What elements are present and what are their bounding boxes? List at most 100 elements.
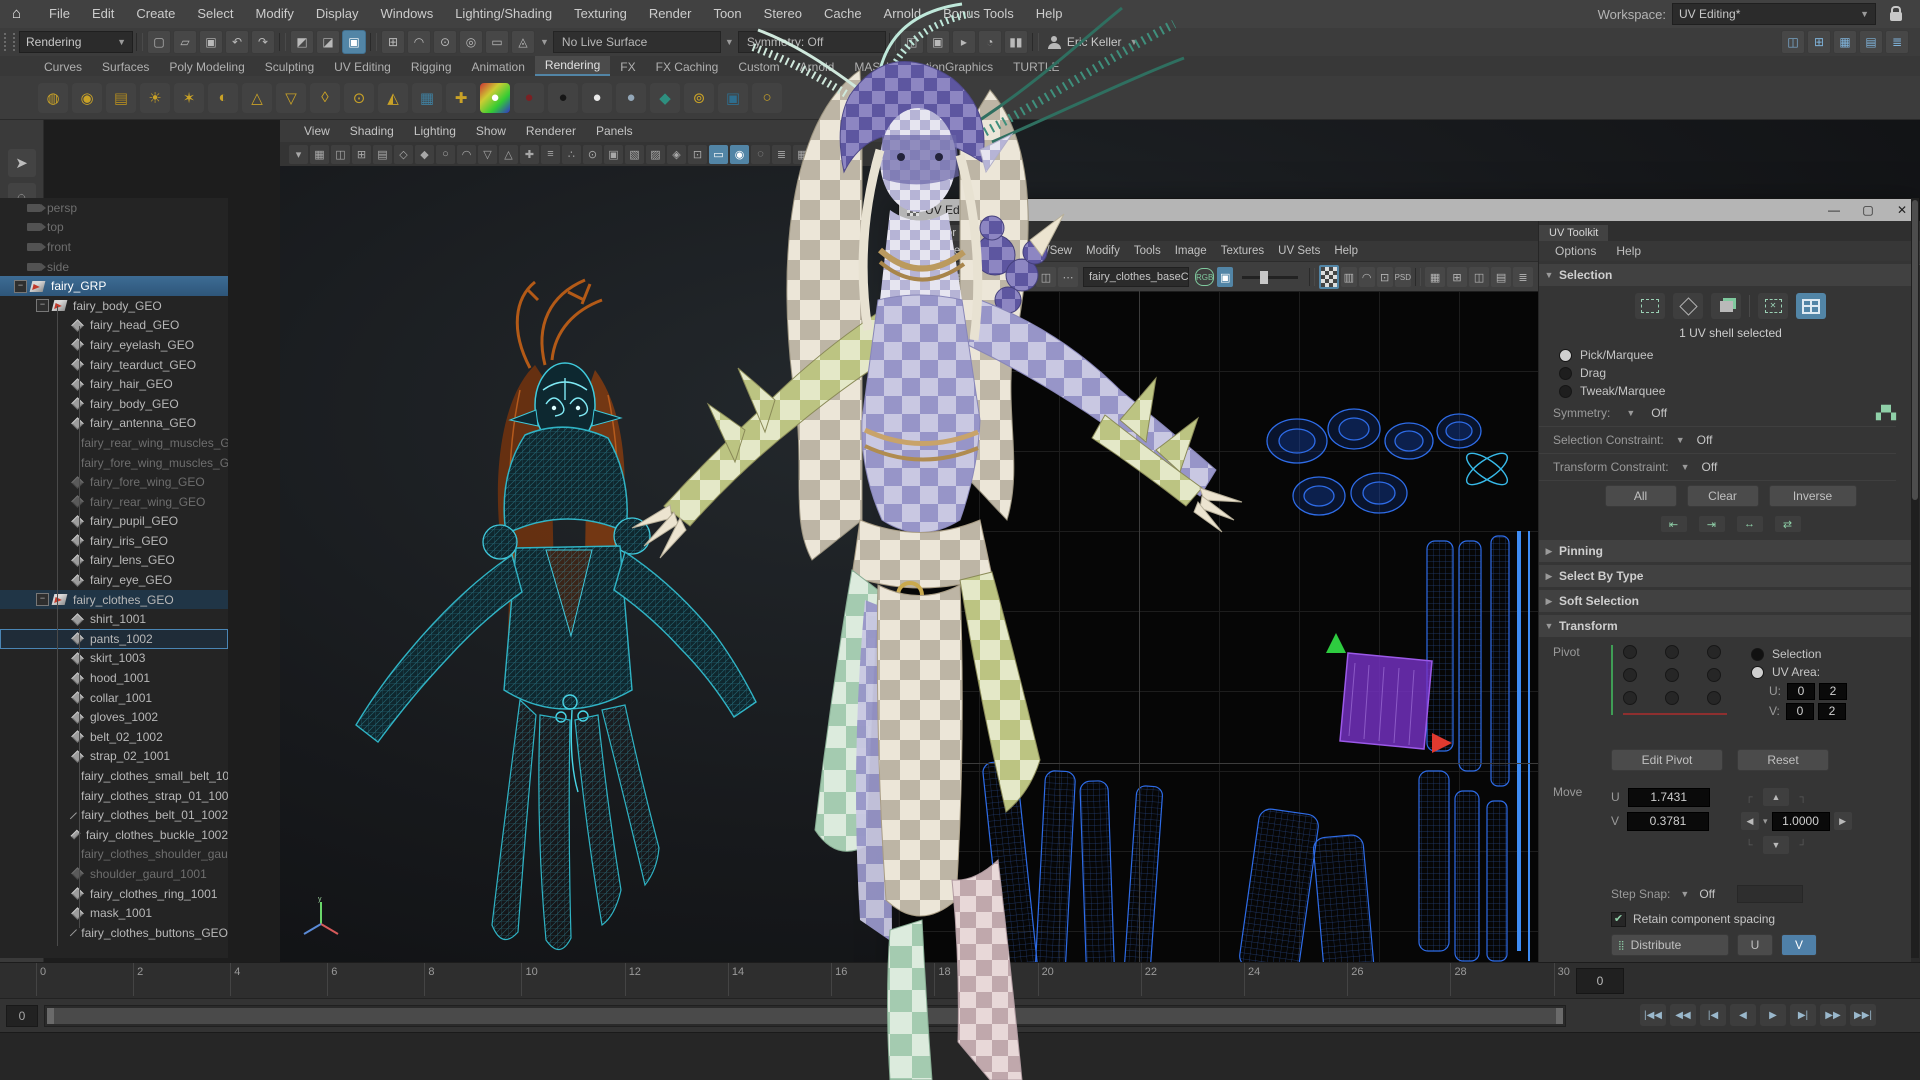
playback-range-bar[interactable] (44, 1005, 1566, 1027)
uv-area-u-min[interactable]: 0 (1787, 683, 1815, 700)
section-pinning[interactable]: ▶Pinning (1539, 540, 1920, 562)
render-settings-icon[interactable]: ◔ (978, 30, 1002, 54)
frame-tick-26[interactable]: 26 (1347, 963, 1363, 996)
outliner-item-fairy_tearduct_GEO[interactable]: fairy_tearduct_GEO (0, 355, 228, 375)
command-line[interactable] (0, 1032, 1920, 1080)
chevron-down-icon[interactable]: ▼ (540, 37, 549, 47)
uv-editor-menu-image[interactable]: Image (1168, 245, 1214, 257)
panel-layout-3-icon[interactable]: ▦ (1833, 30, 1857, 54)
uv-select-icon[interactable]: ✕ (1758, 293, 1788, 319)
section-soft-selection[interactable]: ▶Soft Selection (1539, 590, 1920, 612)
outliner-item-persp[interactable]: persp (0, 198, 228, 218)
outliner-item-fairy_clothes_buttons_GEO[interactable]: fairy_clothes_buttons_GEO (0, 923, 228, 943)
uv-shell-select-icon[interactable] (1796, 293, 1826, 319)
viewport-menu-panels[interactable]: Panels (586, 124, 643, 138)
viewport-toolbar-icon-8[interactable]: ◠ (457, 145, 476, 164)
menubar-item-toon[interactable]: Toon (702, 0, 752, 28)
align-icon-2[interactable]: ↔ (1737, 516, 1763, 532)
workspace-selector[interactable]: UV Editing* ▼ (1672, 3, 1876, 25)
inverse-button[interactable]: Inverse (1769, 485, 1857, 507)
outliner-item-fairy_eye_GEO[interactable]: fairy_eye_GEO (0, 570, 228, 590)
playback-button-5[interactable]: ▶| (1790, 1004, 1816, 1026)
uv-editor-titlebar[interactable]: UV Editor — ▢ ✕ (899, 199, 1919, 221)
home-icon[interactable]: ⌂ (12, 7, 28, 21)
viewport-toolbar-icon-2[interactable]: ◫ (331, 145, 350, 164)
uv-area-v-max[interactable]: 2 (1818, 703, 1846, 720)
uv-area-u-max[interactable]: 2 (1819, 683, 1847, 700)
viewport-toolbar-icon-1[interactable]: ▦ (310, 145, 329, 164)
viewport-toolbar-icon-18[interactable]: ◈ (667, 145, 686, 164)
mode-tweak-marquee[interactable]: Tweak/Marquee (1539, 382, 1920, 400)
uv-toolbar-icon-5[interactable]: ▥ (1014, 267, 1034, 287)
live-surface-field[interactable]: No Live Surface (553, 31, 721, 53)
mode-pick-marquee[interactable]: Pick/Marquee (1539, 346, 1920, 364)
section-select-by-type[interactable]: ▶Select By Type (1539, 565, 1920, 587)
panel-layout-2-icon[interactable]: ⊞ (1807, 30, 1831, 54)
uv-editor-tab[interactable]: UV Editor (899, 225, 966, 241)
pivot-uv-area-radio[interactable] (1751, 666, 1764, 679)
select-hierarchy-icon[interactable]: ◩ (290, 30, 314, 54)
viewport-toolbar-icon-5[interactable]: ◇ (394, 145, 413, 164)
distribute-button[interactable]: ⣿ Distribute (1611, 934, 1729, 956)
shelf-tab-curves[interactable]: Curves (34, 58, 92, 76)
select-object-icon[interactable]: ◪ (316, 30, 340, 54)
viewport-toolbar-icon-20[interactable]: ▭ (709, 145, 728, 164)
outliner-scrollbar[interactable] (1911, 198, 1919, 958)
move-down-button[interactable]: ▼ (1763, 836, 1789, 854)
tab-uv-toolkit[interactable]: UV Toolkit (1539, 225, 1608, 241)
shelf-icon-10[interactable]: ◭ (378, 83, 408, 113)
menubar-item-cache[interactable]: Cache (813, 0, 873, 28)
viewport-toolbar-icon-3[interactable]: ⊞ (352, 145, 371, 164)
shelf-icon-17[interactable]: ● (616, 83, 646, 113)
shelf-icon-16[interactable]: ● (582, 83, 612, 113)
align-icon-1[interactable]: ⇥ (1699, 516, 1725, 532)
outliner-item-pants_1002[interactable]: pants_1002 (0, 629, 228, 649)
expand-collapse-icon[interactable]: − (36, 593, 49, 606)
drag-grip[interactable] (4, 33, 15, 51)
shelf-tab-surfaces[interactable]: Surfaces (92, 58, 159, 76)
playback-button-3[interactable]: ◀ (1730, 1004, 1756, 1026)
viewport-menu-show[interactable]: Show (466, 124, 516, 138)
outliner-item-fairy_lens_GEO[interactable]: fairy_lens_GEO (0, 551, 228, 571)
move-up-button[interactable]: ▲ (1763, 788, 1789, 806)
move-u-field[interactable]: 1.7431 (1628, 788, 1710, 807)
render-view-icon[interactable]: ◫ (900, 30, 924, 54)
shelf-icon-1[interactable]: ◉ (72, 83, 102, 113)
frame-tick-8[interactable]: 8 (424, 963, 434, 996)
shelf-icon-0[interactable]: ◍ (38, 83, 68, 113)
outliner-item-fairy_clothes_shoulder_gaurd[interactable]: fairy_clothes_shoulder_gaurd (0, 845, 228, 865)
shelf-icon-18[interactable]: ◆ (650, 83, 680, 113)
section-transform[interactable]: ▼ Transform (1539, 615, 1920, 637)
move-left-button[interactable]: ◀ (1741, 812, 1759, 830)
uv-toolbar-icon-0[interactable]: ▸ (904, 267, 924, 287)
shelf-icon-21[interactable]: ○ (752, 83, 782, 113)
shade-uvs-icon[interactable]: ◠ (1359, 267, 1375, 287)
range-slider[interactable]: 0 |◀◀◀◀|◀◀▶▶|▶▶▶▶| (0, 998, 1920, 1033)
shelf-icon-14[interactable]: ● (514, 83, 544, 113)
section-selection[interactable]: ▼ Selection (1539, 264, 1920, 286)
menubar-item-windows[interactable]: Windows (369, 0, 444, 28)
snap-grid-icon[interactable]: ⊞ (381, 30, 405, 54)
outliner-item-fairy_GRP[interactable]: −fairy_GRP (0, 276, 228, 296)
uv-editor-menu-uv-sets[interactable]: UV Sets (1271, 245, 1327, 257)
menubar-item-bonus-tools[interactable]: Bonus Tools (932, 0, 1025, 28)
shelf-icon-4[interactable]: ✶ (174, 83, 204, 113)
shelf-tab-fx-caching[interactable]: FX Caching (646, 58, 729, 76)
uv-editor-menu-cut-sew[interactable]: Cut/Sew (1022, 245, 1079, 257)
outliner-item-fairy_pupil_GEO[interactable]: fairy_pupil_GEO (0, 512, 228, 532)
shelf-tab-poly-modeling[interactable]: Poly Modeling (159, 58, 254, 76)
edit-pivot-button[interactable]: Edit Pivot (1611, 749, 1723, 771)
playback-button-2[interactable]: |◀ (1700, 1004, 1726, 1026)
outliner-item-fairy_clothes_belt_01_1002[interactable]: fairy_clothes_belt_01_1002 (0, 805, 228, 825)
expand-collapse-icon[interactable]: − (36, 299, 49, 312)
account-chip[interactable]: Eric Keller ▼ (1048, 35, 1139, 49)
selection-constraint-value[interactable]: Off (1697, 433, 1713, 447)
shelf-tab-arnold[interactable]: Arnold (790, 58, 845, 76)
viewport-toolbar-icon-9[interactable]: ▽ (478, 145, 497, 164)
checker-texture-icon[interactable] (1319, 265, 1339, 289)
viewport-menu-view[interactable]: View (294, 124, 340, 138)
frame-tick-2[interactable]: 2 (133, 963, 143, 996)
playback-button-1[interactable]: ◀◀ (1670, 1004, 1696, 1026)
outliner-item-shirt_1001[interactable]: shirt_1001 (0, 609, 228, 629)
viewport-toolbar-icon-7[interactable]: ○ (436, 145, 455, 164)
